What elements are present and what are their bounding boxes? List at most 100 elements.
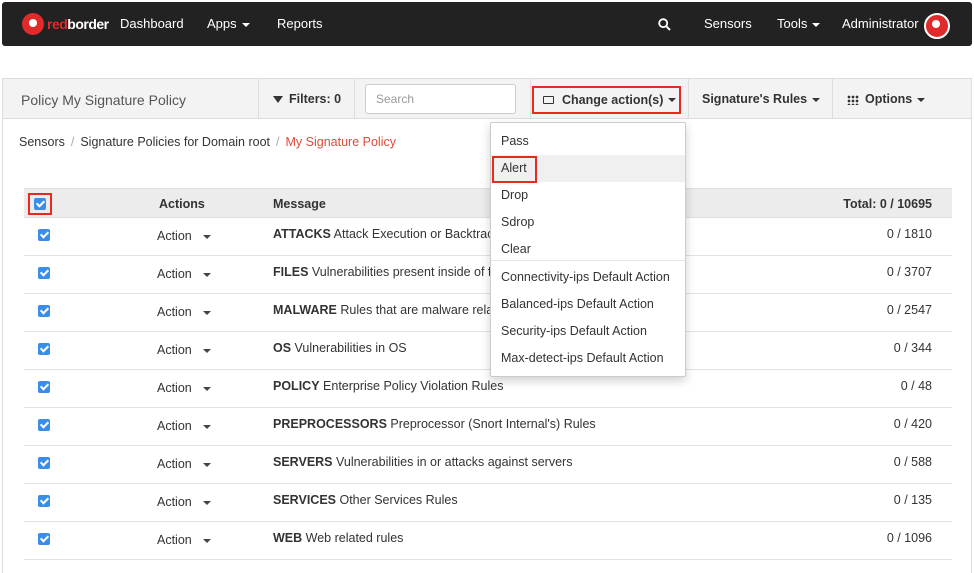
- chevron-down-icon: [202, 348, 211, 353]
- inbox-icon: [543, 96, 554, 104]
- breadcrumb-sensors[interactable]: Sensors: [19, 135, 65, 149]
- rule-count: 0 / 344: [893, 341, 932, 355]
- table-row: Action POLICY Enterprise Policy Violation…: [24, 370, 952, 408]
- dropdown-item-security-ips[interactable]: Security-ips Default Action: [491, 318, 685, 345]
- chevron-down-icon: [812, 97, 821, 102]
- dropdown-item-sdrop[interactable]: Sdrop: [491, 209, 685, 236]
- row-checkbox[interactable]: [38, 457, 50, 469]
- category-description: Vulnerabilities in OS: [294, 341, 407, 355]
- change-actions-label: Change action(s): [562, 93, 664, 107]
- table-body: Action ATTACKS Attack Execution or Backtr…: [24, 218, 952, 560]
- table-row: Action SERVICES Other Services Rules 0 / 1…: [24, 484, 952, 522]
- column-header-total: Total: 0 / 10695: [843, 197, 932, 211]
- divider: [688, 79, 689, 119]
- avatar[interactable]: [924, 13, 950, 39]
- message-cell: FILES Vulnerabilities present inside of …: [273, 265, 510, 279]
- row-checkbox[interactable]: [38, 343, 50, 355]
- chevron-down-icon: [202, 234, 211, 239]
- row-checkbox[interactable]: [38, 305, 50, 317]
- row-checkbox[interactable]: [38, 419, 50, 431]
- breadcrumb-signature-policies[interactable]: Signature Policies for Domain root: [80, 135, 270, 149]
- action-dropdown[interactable]: Action: [157, 305, 211, 319]
- category-name: SERVERS: [273, 455, 333, 469]
- action-dropdown[interactable]: Action: [157, 457, 211, 471]
- change-actions-button[interactable]: Change action(s): [532, 86, 681, 114]
- signature-rules-label: Signature's Rules: [702, 92, 808, 106]
- row-checkbox[interactable]: [38, 533, 50, 545]
- message-cell: SERVICES Other Services Rules: [273, 493, 458, 507]
- action-dropdown[interactable]: Action: [157, 229, 211, 243]
- dropdown-item-clear[interactable]: Clear: [491, 236, 685, 263]
- chevron-down-icon: [202, 424, 211, 429]
- action-label: Action: [157, 229, 192, 243]
- row-checkbox[interactable]: [38, 267, 50, 279]
- table-row: Action SERVERS Vulnerabilities in or atta…: [24, 446, 952, 484]
- category-description: Rules that are malware related: [340, 303, 511, 317]
- action-label: Action: [157, 419, 192, 433]
- category-name: FILES: [273, 265, 309, 279]
- chevron-down-icon: [202, 500, 211, 505]
- search-input[interactable]: [365, 84, 516, 114]
- category-name: SERVICES: [273, 493, 336, 507]
- redborder-logo-icon: [22, 13, 44, 35]
- action-dropdown[interactable]: Action: [157, 533, 211, 547]
- rule-count: 0 / 420: [893, 417, 932, 431]
- signature-rules-button[interactable]: Signature's Rules: [702, 92, 821, 106]
- divider: [258, 79, 259, 119]
- options-button[interactable]: Options: [847, 92, 926, 106]
- filters-button[interactable]: Filters: 0: [273, 92, 341, 106]
- category-description: Attack Execution or Backtrace: [333, 227, 501, 241]
- row-checkbox[interactable]: [38, 229, 50, 241]
- message-cell: PREPROCESSORS Preprocessor (Snort Intern…: [273, 417, 596, 431]
- nav-tools[interactable]: Tools: [777, 16, 821, 31]
- row-checkbox[interactable]: [38, 381, 50, 393]
- action-dropdown[interactable]: Action: [157, 267, 211, 281]
- category-name: POLICY: [273, 379, 320, 393]
- nav-apps[interactable]: Apps: [207, 16, 250, 31]
- dropdown-item-pass[interactable]: Pass: [491, 128, 685, 155]
- column-header-actions: Actions: [159, 197, 205, 211]
- nav-sensors[interactable]: Sensors: [704, 16, 752, 31]
- alert-highlight: [492, 156, 537, 183]
- rule-count: 0 / 48: [900, 379, 932, 393]
- message-cell: SERVERS Vulnerabilities in or attacks ag…: [273, 455, 572, 469]
- rule-count: 0 / 2547: [886, 303, 932, 317]
- category-description: Preprocessor (Snort Internal's) Rules: [390, 417, 596, 431]
- rule-count: 0 / 1096: [886, 531, 932, 545]
- breadcrumb-current: My Signature Policy: [285, 135, 396, 149]
- chevron-down-icon: [812, 22, 821, 27]
- action-label: Action: [157, 267, 192, 281]
- chevron-down-icon: [668, 98, 677, 102]
- category-description: Other Services Rules: [339, 493, 458, 507]
- message-cell: MALWARE Rules that are malware related: [273, 303, 511, 317]
- nav-reports[interactable]: Reports: [277, 16, 323, 31]
- action-dropdown[interactable]: Action: [157, 495, 211, 509]
- divider: [832, 79, 833, 119]
- nav-dashboard[interactable]: Dashboard: [120, 16, 184, 31]
- row-checkbox[interactable]: [38, 495, 50, 507]
- table-row: Action WEB Web related rules 0 / 1096: [24, 522, 952, 560]
- dropdown-item-balanced-ips[interactable]: Balanced-ips Default Action: [491, 291, 685, 318]
- redborder-logo[interactable]: redborder: [22, 13, 109, 35]
- action-dropdown[interactable]: Action: [157, 343, 211, 357]
- nav-user[interactable]: Administrator: [842, 16, 919, 31]
- action-label: Action: [157, 343, 192, 357]
- rule-count: 0 / 3707: [886, 265, 932, 279]
- action-dropdown[interactable]: Action: [157, 419, 211, 433]
- search-icon[interactable]: [658, 18, 671, 31]
- chevron-down-icon: [917, 97, 926, 102]
- action-dropdown[interactable]: Action: [157, 381, 211, 395]
- chevron-down-icon: [202, 462, 211, 467]
- table-row: Action PREPROCESSORS Preprocessor (Snort …: [24, 408, 952, 446]
- table-row: Action OS Vulnerabilities in OS 0 / 344: [24, 332, 952, 370]
- message-cell: POLICY Enterprise Policy Violation Rules: [273, 379, 503, 393]
- action-label: Action: [157, 457, 192, 471]
- table-row: Action ATTACKS Attack Execution or Backtr…: [24, 218, 952, 256]
- dropdown-item-max-detect-ips[interactable]: Max-detect-ips Default Action: [491, 345, 685, 372]
- dropdown-item-connectivity-ips[interactable]: Connectivity-ips Default Action: [491, 264, 685, 291]
- dropdown-item-drop[interactable]: Drop: [491, 182, 685, 209]
- category-name: ATTACKS: [273, 227, 331, 241]
- table-header: Actions Message Total: 0 / 10695: [24, 188, 952, 218]
- category-name: PREPROCESSORS: [273, 417, 387, 431]
- message-cell: OS Vulnerabilities in OS: [273, 341, 407, 355]
